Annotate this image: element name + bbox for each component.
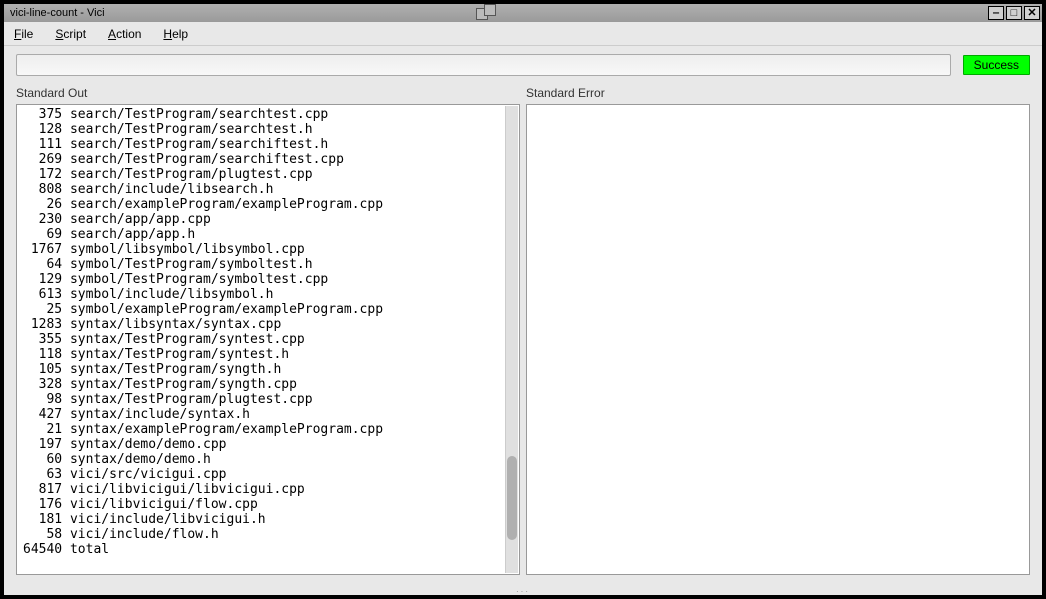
stderr-body <box>526 104 1030 575</box>
command-input[interactable] <box>16 54 951 76</box>
titlebar-decor-icon <box>474 6 524 20</box>
window-controls: ‒ □ ✕ <box>988 6 1040 20</box>
window-title: vici-line-count - Vici <box>6 7 474 19</box>
titlebar[interactable]: vici-line-count - Vici ‒ □ ✕ <box>4 4 1042 22</box>
stdout-body: 375 search/TestProgram/searchtest.cpp 12… <box>16 104 520 575</box>
menubar: File Script Action Help <box>4 22 1042 46</box>
stderr-text[interactable] <box>527 105 1029 574</box>
app-window: vici-line-count - Vici ‒ □ ✕ File Script… <box>0 0 1046 599</box>
menu-file[interactable]: File <box>14 27 33 41</box>
close-button[interactable]: ✕ <box>1024 6 1040 20</box>
minimize-button[interactable]: ‒ <box>988 6 1004 20</box>
stdout-pane: Standard Out 375 search/TestProgram/sear… <box>16 84 520 575</box>
resize-grip[interactable]: ··· <box>4 587 1042 595</box>
stdout-scroll-thumb[interactable] <box>507 456 517 540</box>
menu-script[interactable]: Script <box>55 27 86 41</box>
maximize-button[interactable]: □ <box>1006 6 1022 20</box>
stderr-pane: Standard Error <box>526 84 1030 575</box>
output-panes: Standard Out 375 search/TestProgram/sear… <box>4 84 1042 587</box>
command-row: Success <box>4 46 1042 84</box>
stdout-scrollbar[interactable] <box>505 106 518 573</box>
stdout-text[interactable]: 375 search/TestProgram/searchtest.cpp 12… <box>17 105 519 574</box>
stderr-label: Standard Error <box>526 84 1030 104</box>
stdout-label: Standard Out <box>16 84 520 104</box>
menu-action[interactable]: Action <box>108 27 141 41</box>
status-badge: Success <box>963 55 1030 75</box>
menu-help[interactable]: Help <box>163 27 188 41</box>
